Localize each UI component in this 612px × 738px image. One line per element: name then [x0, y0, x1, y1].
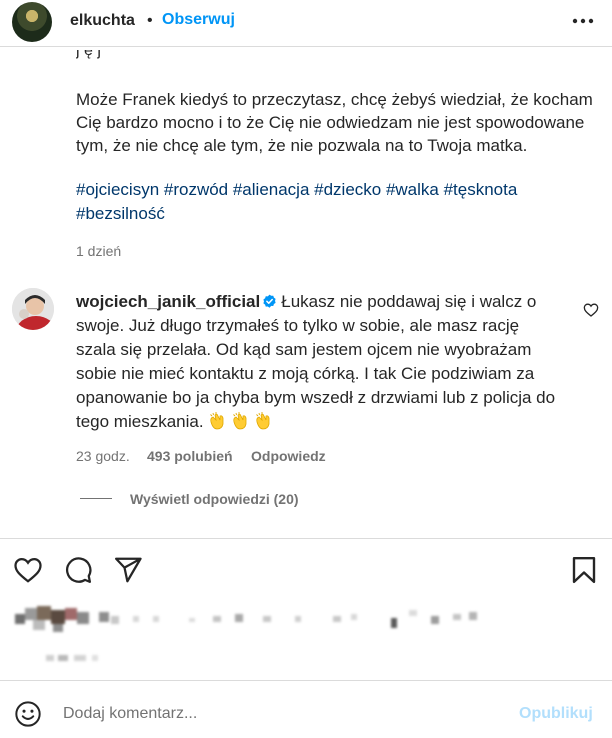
likes-summary-blurred: [13, 604, 483, 634]
post-header: elkuchta • Obserwuj: [0, 0, 612, 46]
emoji-icon[interactable]: [14, 700, 42, 728]
share-icon[interactable]: [113, 555, 143, 585]
blurred-date-image: [46, 655, 98, 661]
view-replies-button[interactable]: Wyświetl odpowiedzi (20): [130, 491, 299, 507]
action-bar: [0, 550, 612, 590]
separator-dot: •: [147, 12, 153, 29]
clap-icon: [232, 412, 246, 430]
heart-icon[interactable]: [13, 555, 43, 585]
commenter-avatar[interactable]: [12, 288, 54, 330]
post-timestamp[interactable]: 1 dzień: [76, 243, 121, 259]
actions-divider: [0, 538, 612, 539]
more-options-button[interactable]: [568, 8, 598, 34]
post-date-blurred: [44, 650, 104, 666]
caption-cut-line: j ę j: [76, 50, 436, 62]
comment-icon[interactable]: [63, 555, 93, 585]
comment-time[interactable]: 23 godz.: [76, 448, 130, 464]
commenter-avatar-image: [12, 288, 54, 330]
caption-cut-text: j ę j: [76, 50, 101, 59]
comment-input[interactable]: Dodaj komentarz...: [63, 705, 197, 723]
composer-divider: [0, 680, 612, 681]
header-divider: [0, 46, 612, 47]
comment-text: Łukasz nie poddawaj się i walcz o swoje.…: [76, 292, 556, 431]
blurred-likes-image: [15, 606, 477, 632]
heart-icon: [583, 303, 599, 317]
follow-button[interactable]: Obserwuj: [162, 11, 235, 29]
comment-body: wojciech_janik_official Łukasz nie poddaw…: [76, 290, 556, 434]
comment-likes[interactable]: 493 polubień: [147, 448, 233, 464]
comment-like-button[interactable]: [583, 302, 599, 318]
author-username[interactable]: elkuchta: [70, 12, 135, 30]
clap-icon: [255, 412, 269, 430]
bookmark-icon[interactable]: [569, 555, 599, 585]
replies-line: [80, 498, 112, 499]
post-caption: Może Franek kiedyś to przeczytasz, chcę …: [76, 90, 593, 155]
reply-button[interactable]: Odpowiedz: [251, 448, 326, 464]
post-hashtags[interactable]: #ojciecisyn #rozwód #alienacja #dziecko …: [76, 178, 546, 226]
author-avatar[interactable]: [12, 2, 52, 42]
more-icon: [572, 18, 594, 24]
verified-icon: [263, 294, 276, 308]
commenter-username[interactable]: wojciech_janik_official: [76, 292, 260, 311]
publish-button[interactable]: Opublikuj: [519, 705, 593, 723]
clap-icon: [209, 412, 223, 430]
